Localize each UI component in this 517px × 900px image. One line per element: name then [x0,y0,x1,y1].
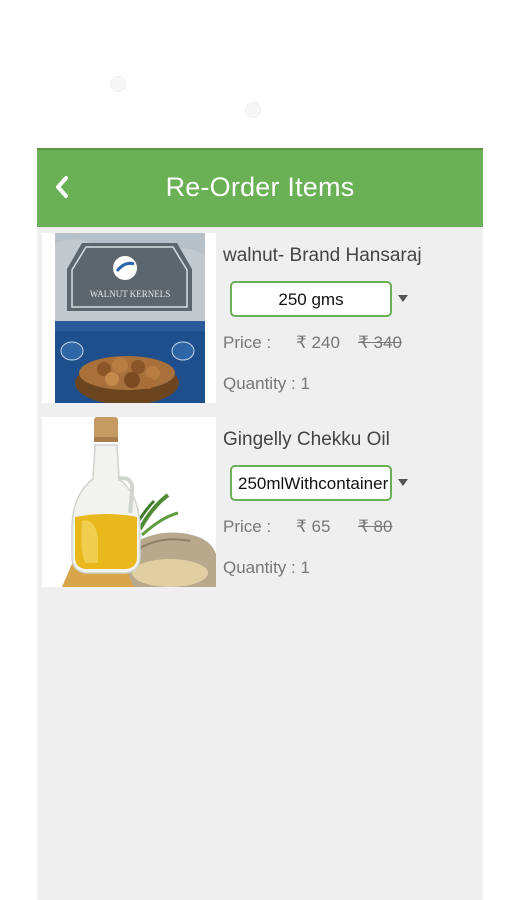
oil-bottle-image [42,417,216,587]
price-label: Price : [223,333,272,352]
variant-select[interactable]: 250 gms [230,281,392,317]
variant-value: 250 gms [278,290,344,309]
walnut-package-image: WALNUT KERNELS [42,233,216,403]
app-screen: Re-Order Items WALNUT KERNELS walnut- Br… [0,0,517,900]
dropdown-arrow-icon[interactable] [398,295,408,302]
variant-value: 250mlWithcontainer [238,474,389,493]
item-name: Gingelly Chekku Oil [223,429,390,450]
dropdown-arrow-icon[interactable] [398,479,408,486]
price-current: ₹ 65 [296,517,331,536]
price-label: Price : [223,517,272,536]
reorder-screen: Re-Order Items WALNUT KERNELS walnut- Br… [37,148,483,900]
price-original: ₹ 80 [358,517,393,536]
page-title: Re-Order Items [165,172,355,202]
list-item[interactable]: WALNUT KERNELS walnut- Brand Hansaraj 25… [37,227,483,403]
sensor-dot [245,102,261,118]
list-item[interactable]: Gingelly Chekku Oil 250mlWithcontainer P… [37,411,483,587]
price-original: ₹ 340 [358,333,402,352]
variant-select[interactable]: 250mlWithcontainer [230,465,392,501]
quantity-text: Quantity : 1 [223,374,310,393]
svg-text:WALNUT KERNELS: WALNUT KERNELS [90,289,171,299]
phone-top-bezel [0,0,517,148]
price-current: ₹ 240 [296,333,340,352]
sensor-dot [110,76,126,92]
app-bar: Re-Order Items [37,148,483,227]
item-name: walnut- Brand Hansaraj [223,245,422,266]
quantity-text: Quantity : 1 [223,558,310,577]
